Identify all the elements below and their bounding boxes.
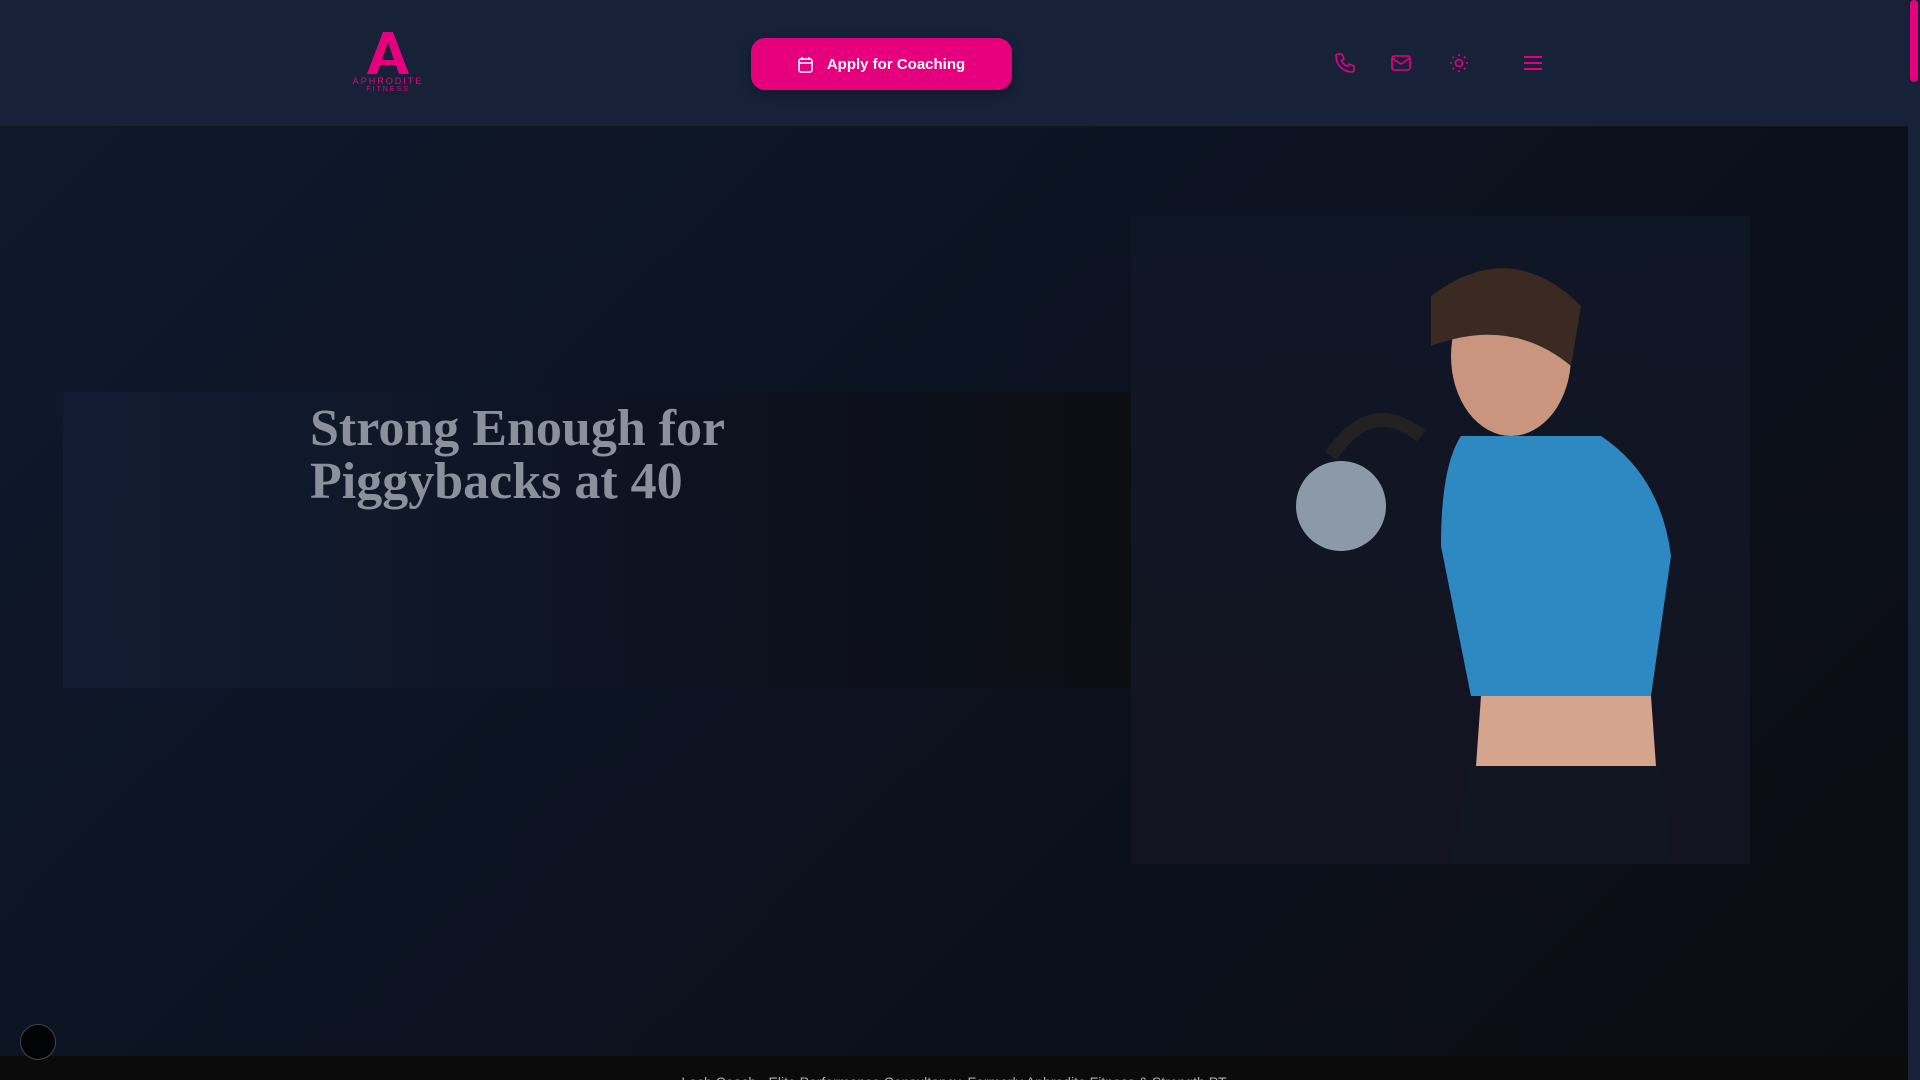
phone-icon[interactable] bbox=[1333, 51, 1357, 75]
logo[interactable]: APHRODITE FITNESS bbox=[345, 32, 431, 96]
logo-subtext: FITNESS bbox=[366, 86, 410, 93]
calendar-icon bbox=[798, 56, 813, 73]
hero-photo bbox=[1131, 216, 1750, 864]
accessibility-button[interactable] bbox=[20, 1024, 56, 1060]
logo-mark-icon bbox=[367, 32, 409, 74]
scrollbar-thumb[interactable] bbox=[1910, 0, 1918, 82]
cta-label: Apply for Coaching bbox=[826, 55, 966, 73]
footer: Lech Coach - Elite Performance Consultan… bbox=[0, 1056, 1908, 1080]
page: APHRODITE FITNESS Apply for Coaching Str… bbox=[0, 0, 1908, 1080]
menu-icon[interactable] bbox=[1521, 51, 1545, 75]
site-header: APHRODITE FITNESS Apply for Coaching bbox=[0, 0, 1908, 127]
scrollbar[interactable] bbox=[1908, 0, 1920, 1080]
hero-title: Strong Enough for Piggybacks at 40 bbox=[310, 400, 726, 510]
footer-text: Lech Coach - Elite Performance Consultan… bbox=[0, 1056, 1908, 1080]
woman-with-kettlebell-image bbox=[1296, 268, 1671, 864]
sun-icon[interactable] bbox=[1447, 51, 1471, 75]
mail-icon[interactable] bbox=[1389, 51, 1413, 75]
logo-text: APHRODITE bbox=[352, 76, 424, 86]
apply-for-coaching-button[interactable]: Apply for Coaching bbox=[751, 38, 1012, 90]
